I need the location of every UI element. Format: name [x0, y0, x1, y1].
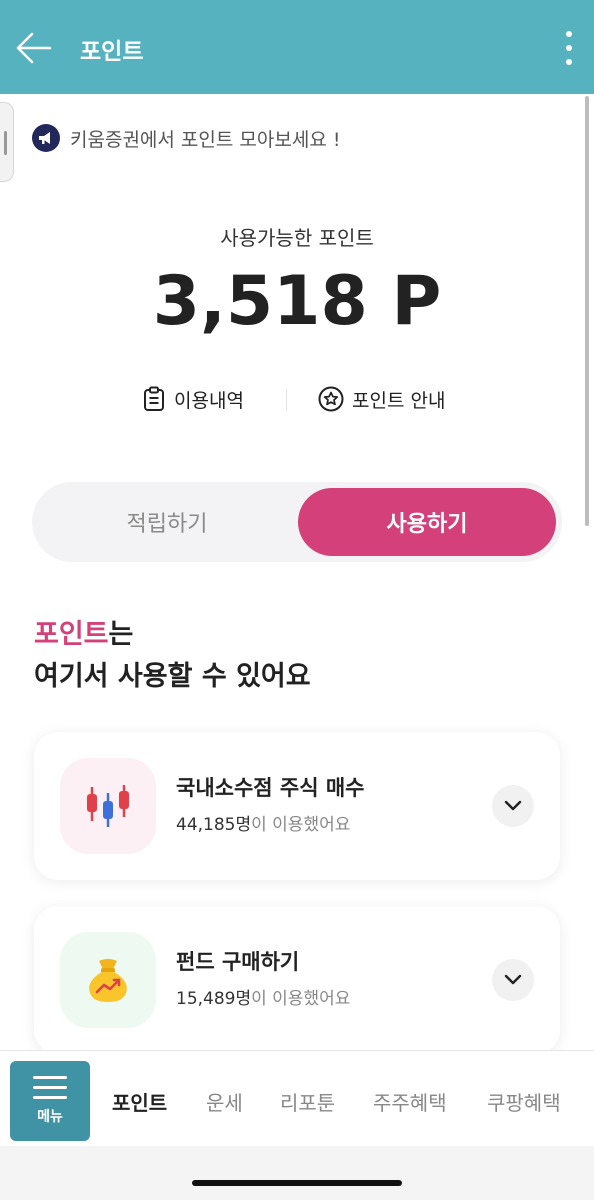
tab-earn[interactable]: 적립하기: [38, 488, 296, 556]
home-indicator[interactable]: [192, 1180, 402, 1186]
notice-text: 키움증권에서 포인트 모아보세요 !: [70, 128, 341, 151]
more-options-icon[interactable]: [556, 28, 582, 68]
card-usage-count: 15,489명이 이용했어요: [176, 989, 351, 1009]
clipboard-icon: [144, 386, 164, 411]
available-points-label: 사용가능한 포인트: [220, 226, 374, 250]
home-indicator-area: [0, 1146, 594, 1200]
back-arrow-icon[interactable]: [14, 28, 54, 68]
usage-history-link[interactable]: 이용내역: [142, 382, 244, 416]
nav-item-points[interactable]: 포인트: [112, 1087, 167, 1116]
money-bag-icon: [60, 932, 156, 1028]
points-links: 이용내역 포인트 안내: [0, 382, 594, 416]
card-usage-count: 44,185명이 이용했어요: [176, 815, 351, 835]
menu-label: 메뉴: [37, 1109, 63, 1125]
bottom-navigation: 메뉴 포인트 운세 리포툰 주주혜택 쿠팡혜택: [0, 1050, 594, 1146]
available-points-value: 3,518 P: [152, 262, 442, 341]
notice-banner[interactable]: 키움증권에서 포인트 모아보세요 !: [32, 122, 340, 154]
headline-line2: 여기서 사용할 수 있어요: [34, 661, 311, 692]
card-title: 국내소수점 주식 매수: [176, 776, 365, 800]
nav-item-shareholder-benefits[interactable]: 주주혜택: [373, 1087, 447, 1116]
chevron-down-icon[interactable]: [492, 785, 534, 827]
star-circle-icon: [318, 386, 344, 412]
card-title: 펀드 구매하기: [176, 950, 300, 974]
option-card-stock[interactable]: 국내소수점 주식 매수 44,185명이 이용했어요: [34, 732, 560, 880]
tab-use[interactable]: 사용하기: [298, 488, 556, 556]
usage-history-label: 이용내역: [174, 389, 244, 412]
nav-item-coupang-benefits[interactable]: 쿠팡혜택: [487, 1087, 561, 1116]
headline-suffix: 는: [108, 619, 134, 650]
page-title: 포인트: [80, 39, 144, 65]
chevron-down-icon[interactable]: [492, 959, 534, 1001]
points-guide-link[interactable]: 포인트 안내: [318, 382, 445, 416]
option-card-fund[interactable]: 펀드 구매하기 15,489명이 이용했어요: [34, 906, 560, 1054]
headline-highlight: 포인트: [34, 619, 109, 650]
points-guide-label: 포인트 안내: [352, 389, 446, 412]
earn-use-toggle: 적립하기 사용하기: [32, 482, 562, 562]
menu-button[interactable]: 메뉴: [10, 1061, 90, 1141]
hamburger-icon: [33, 1076, 67, 1100]
section-headline: 포인트는 여기서 사용할 수 있어요: [34, 614, 311, 698]
side-drawer-handle[interactable]: [0, 102, 14, 182]
app-bar: 포인트: [0, 0, 594, 94]
candlestick-chart-icon: [60, 758, 156, 854]
nav-item-reportoon[interactable]: 리포툰: [280, 1087, 335, 1116]
megaphone-icon: [32, 124, 60, 152]
links-divider: [286, 390, 287, 410]
nav-item-fortune[interactable]: 운세: [206, 1087, 243, 1116]
